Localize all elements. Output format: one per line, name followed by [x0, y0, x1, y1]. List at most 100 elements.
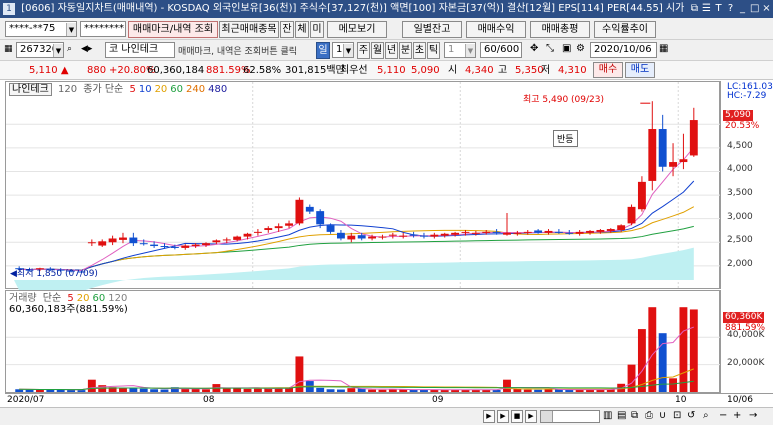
exec-button[interactable]: 체: [295, 21, 309, 38]
candle-body: [637, 181, 646, 210]
sell-button[interactable]: 매도: [625, 62, 655, 78]
layout-icon[interactable]: ▤: [617, 410, 626, 421]
candle-body: [534, 230, 543, 233]
volume-bar: [56, 389, 65, 392]
candle-body: [212, 240, 221, 243]
zoom-in-icon[interactable]: +: [733, 410, 741, 421]
annotation-box[interactable]: 반등: [553, 130, 578, 147]
view-count-input[interactable]: 60/600: [480, 42, 522, 58]
trend-tool-icon[interactable]: ⤡: [546, 43, 554, 54]
print-icon[interactable]: ⎙: [645, 410, 653, 421]
minimize-icon[interactable]: _: [738, 0, 747, 18]
last-price-tag: 5,090: [723, 110, 753, 121]
scrollbar-track[interactable]: [540, 410, 600, 423]
candle-body: [285, 223, 293, 226]
pending-button[interactable]: 미: [310, 21, 324, 38]
period-year-button[interactable]: 년: [385, 42, 398, 59]
grid-icon[interactable]: ▦: [4, 44, 13, 54]
volume-bar: [326, 389, 335, 392]
period-tick-button[interactable]: 틱: [427, 42, 440, 59]
settings-icon[interactable]: ⚙: [576, 43, 585, 54]
volume-bar: [139, 388, 148, 392]
candle-body: [170, 246, 179, 248]
volume-legend-name[interactable]: 거래량: [9, 293, 37, 304]
date-input[interactable]: 2020/10/06: [590, 42, 657, 58]
price-chart-panel[interactable]: 나인테크 120 종가 단순 5 10 20 60 240 480 최고 5,490 (0…: [5, 81, 721, 292]
calendar-icon[interactable]: ▦: [659, 43, 668, 54]
x-label-sep: 09: [432, 395, 444, 405]
scroll-next-icon[interactable]: ▶: [525, 410, 537, 423]
save-icon[interactable]: ▣: [562, 43, 571, 54]
scroll-prev-icon[interactable]: ▶: [497, 410, 509, 423]
close-icon[interactable]: ×: [762, 0, 771, 18]
recent-stocks-button[interactable]: 최근매매종목: [219, 21, 279, 38]
stock-code-input[interactable]: 267320 ▼: [16, 42, 64, 58]
copy-icon[interactable]: ⧉: [631, 410, 638, 421]
price-legend-name[interactable]: 나인테크: [9, 83, 52, 96]
lock-icon[interactable]: ⊡: [673, 410, 681, 421]
volume-chart-panel[interactable]: 거래량 단순 5 20 60 120 60,360,183주(881.59%): [5, 290, 721, 393]
chevron-down-icon[interactable]: ▼: [53, 44, 63, 57]
balance-button[interactable]: 잔: [280, 21, 294, 38]
trade-total-button[interactable]: 매매총평: [530, 21, 590, 38]
candle-body: [181, 245, 190, 248]
candle-body: [451, 232, 460, 235]
chevron-down-icon[interactable]: ▼: [66, 23, 76, 36]
period-week-button[interactable]: 주: [357, 42, 370, 59]
period-minute-button[interactable]: 분: [399, 42, 412, 59]
trade-profit-button[interactable]: 매매수익: [466, 21, 526, 38]
stock-name-field[interactable]: 코 나인테크: [105, 42, 175, 58]
search-icon[interactable]: ⌕: [67, 44, 72, 54]
volume-bar: [637, 329, 646, 392]
scrollbar-thumb[interactable]: [541, 411, 553, 422]
period-month-button[interactable]: 월: [371, 42, 384, 59]
volume-bar: [191, 388, 200, 392]
candle-body: [679, 159, 688, 163]
candle-body: [606, 229, 615, 231]
zoom-icon[interactable]: ⌕: [703, 410, 709, 421]
return-trend-button[interactable]: 수익률추이: [594, 21, 656, 38]
zoom-out-icon[interactable]: −: [719, 410, 727, 421]
tick-count-select[interactable]: 1 ▼: [444, 42, 476, 58]
buy-button[interactable]: 매수: [593, 62, 623, 78]
chevron-down-icon[interactable]: ▼: [465, 44, 475, 57]
magnet-icon[interactable]: ∪: [659, 410, 666, 421]
price-ma-legend: 5 10 20 60 240 480: [129, 84, 230, 95]
last-volume-pct-tag: 881.59%: [725, 323, 766, 333]
chart-type-icon[interactable]: ▥: [603, 410, 612, 421]
volume-bar: [689, 309, 698, 392]
volume-bar: [523, 389, 532, 392]
window-number-badge: 1: [3, 3, 15, 15]
volume-bar: [77, 390, 86, 392]
candle-body: [347, 235, 356, 240]
period-value-select[interactable]: 1 ▼: [332, 42, 354, 58]
help-icon[interactable]: ?: [726, 0, 735, 18]
restore-icon[interactable]: ⧉: [690, 0, 699, 18]
stop-icon[interactable]: ■: [511, 410, 523, 423]
daily-balance-button[interactable]: 일별잔고: [402, 21, 462, 38]
trade-view-button[interactable]: 매매마크/내역 조회: [128, 21, 218, 38]
period-day-button[interactable]: 일: [316, 42, 330, 59]
crosshair-icon[interactable]: ✥: [530, 43, 538, 54]
price-ma-60: 60: [170, 84, 184, 95]
refresh-icon[interactable]: ↺: [687, 410, 695, 421]
memo-button[interactable]: 메모보기: [327, 21, 387, 38]
volume-bar: [87, 379, 96, 392]
scroll-first-icon[interactable]: ▶: [483, 410, 495, 423]
menu-icon[interactable]: ☰: [702, 0, 711, 18]
price-y-tick: 4,000: [727, 164, 753, 175]
password-field[interactable]: ********: [80, 21, 126, 37]
scroll-right-icon[interactable]: →: [749, 410, 757, 421]
volume-bar: [67, 389, 76, 392]
speaker-icon[interactable]: ◀▸: [81, 44, 92, 54]
chevron-down-icon[interactable]: ▼: [343, 44, 353, 57]
volume-bar: [503, 379, 511, 392]
account-select[interactable]: ****-**75 ▼: [5, 21, 77, 37]
market-prefix: 코: [109, 44, 119, 55]
text-size-icon[interactable]: T: [714, 0, 723, 18]
candle-body: [129, 237, 138, 244]
ma-line-10: [19, 180, 695, 271]
open-price: 4,340: [465, 65, 494, 76]
period-second-button[interactable]: 초: [413, 42, 426, 59]
maximize-icon[interactable]: □: [750, 0, 759, 18]
